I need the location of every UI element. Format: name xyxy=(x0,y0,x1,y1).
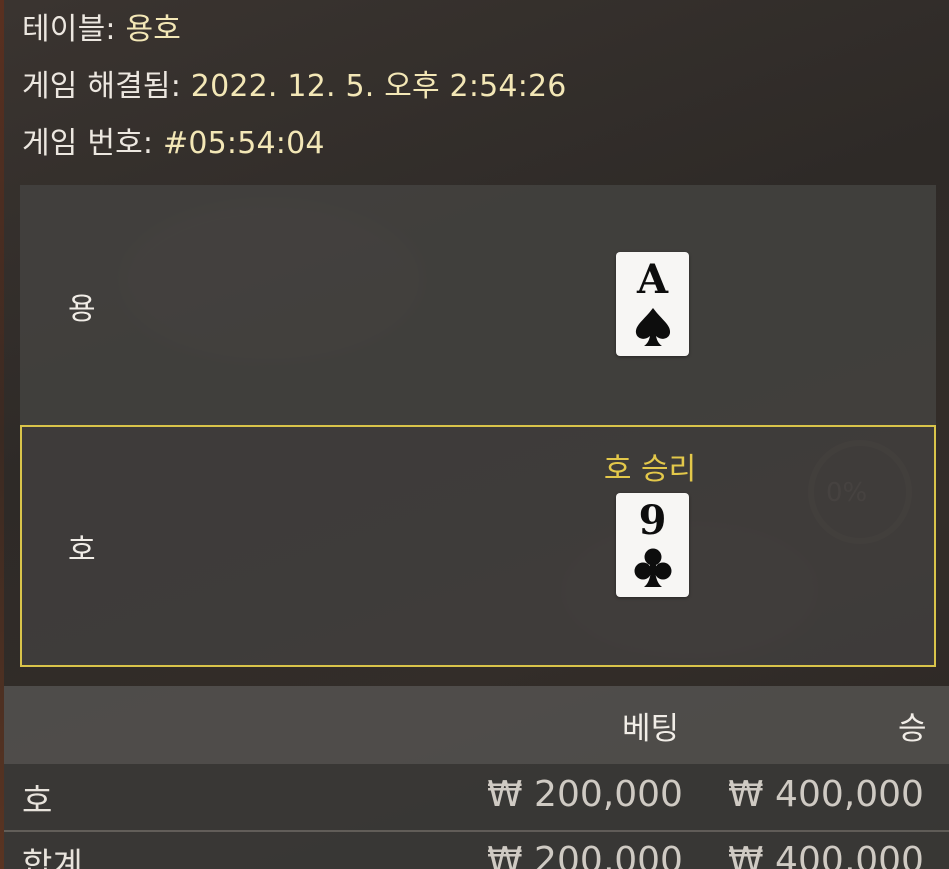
resolved-info-key: 게임 해결됨: xyxy=(22,69,191,104)
game-number-info: 게임 번호: #05:54:04 xyxy=(22,118,325,162)
bet-column-header: 베팅 xyxy=(622,711,680,747)
total-label: 합계 xyxy=(22,845,83,869)
game-result-screen: 0% 테이블: 용호 게임 해결됨: 2022. 12. 5. 오후 2:54:… xyxy=(0,0,949,869)
tiger-card: 9 xyxy=(616,493,689,597)
table-info: 테이블: 용호 xyxy=(22,4,181,48)
dragon-card: A xyxy=(616,252,689,356)
table-info-value: 용호 xyxy=(125,12,182,47)
row-label: 호 xyxy=(22,781,53,820)
win-column-header: 승 xyxy=(898,711,927,747)
table-info-key: 테이블: xyxy=(22,12,126,47)
dragon-label: 용 xyxy=(68,292,96,327)
tiger-label: 호 xyxy=(68,533,96,568)
row-bet-amount: ₩ 200,000 xyxy=(487,774,683,815)
dragon-card-rank: A xyxy=(636,256,669,303)
game-number-value: #05:54:04 xyxy=(162,126,325,161)
row-win-amount: ₩ 400,000 xyxy=(728,774,924,815)
resolved-info-value: 2022. 12. 5. 오후 2:54:26 xyxy=(190,69,567,104)
club-icon xyxy=(634,548,672,587)
dragon-panel xyxy=(20,185,936,425)
total-win-amount: ₩ 400,000 xyxy=(728,840,924,869)
bet-table-header xyxy=(4,686,949,764)
game-number-key: 게임 번호: xyxy=(22,126,163,161)
total-bet-amount: ₩ 200,000 xyxy=(487,840,683,869)
tiger-panel xyxy=(20,425,936,667)
spade-icon xyxy=(635,308,671,346)
tiger-card-rank: 9 xyxy=(638,497,667,544)
resolved-info: 게임 해결됨: 2022. 12. 5. 오후 2:54:26 xyxy=(22,61,567,105)
tiger-win-text: 호 승리 xyxy=(603,452,697,487)
